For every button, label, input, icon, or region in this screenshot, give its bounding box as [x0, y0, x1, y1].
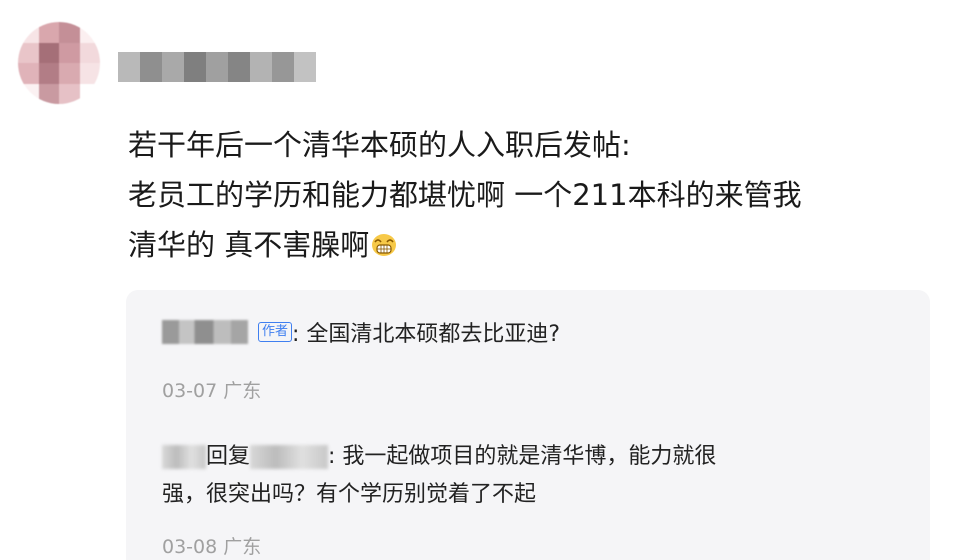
user-avatar[interactable] [18, 22, 100, 104]
comment-card: 若干年后一个清华本硕的人入职后发帖: 老员工的学历和能力都堪忧啊 一个211本科… [0, 0, 957, 560]
post-line: 若干年后一个清华本硕的人入职后发帖: [128, 128, 631, 162]
reply-text: : 我一起做项目的就是清华博，能力就很 [328, 444, 717, 469]
reply-date: 03-08 [162, 536, 218, 558]
reply-text: : 全国清北本硕都去比亚迪? [292, 322, 561, 347]
reply-target-redacted[interactable] [250, 445, 329, 469]
reply-date: 03-07 [162, 380, 218, 402]
post-line: 老员工的学历和能力都堪忧啊 一个211本科的来管我 [128, 178, 802, 212]
author-badge: 作者 [258, 322, 293, 342]
reply-row: 强，很突出吗？有个学历别觉着了不起 [162, 476, 882, 514]
reply-location: 广东 [223, 536, 262, 558]
post-line: 清华的 真不害臊啊 [128, 220, 938, 270]
post-body: 若干年后一个清华本硕的人入职后发帖: 老员工的学历和能力都堪忧啊 一个211本科… [128, 120, 938, 270]
reply-meta: 03-08 广东 [162, 532, 261, 559]
username-redacted[interactable] [118, 52, 316, 82]
reply-word: 回复 [206, 444, 251, 469]
reply-section: 作者 : 全国清北本硕都去比亚迪? 03-07 广东 回复 : 我一起做项目的就… [126, 290, 930, 560]
reply-row: 回复 : 我一起做项目的就是清华博，能力就很 [162, 438, 882, 476]
post-line-text: 清华的 真不害臊啊 [128, 228, 370, 262]
reply-author-redacted[interactable] [162, 445, 206, 469]
grinning-face-emoji-icon [372, 234, 397, 256]
reply-item[interactable]: 回复 : 我一起做项目的就是清华博，能力就很 强，很突出吗？有个学历别觉着了不起 [162, 438, 882, 514]
reply-item[interactable]: 作者 : 全国清北本硕都去比亚迪? [162, 316, 560, 348]
reply-author-redacted[interactable] [162, 320, 248, 344]
reply-location: 广东 [223, 380, 262, 402]
reply-meta: 03-07 广东 [162, 376, 261, 403]
reply-text: 强，很突出吗？有个学历别觉着了不起 [162, 482, 537, 507]
